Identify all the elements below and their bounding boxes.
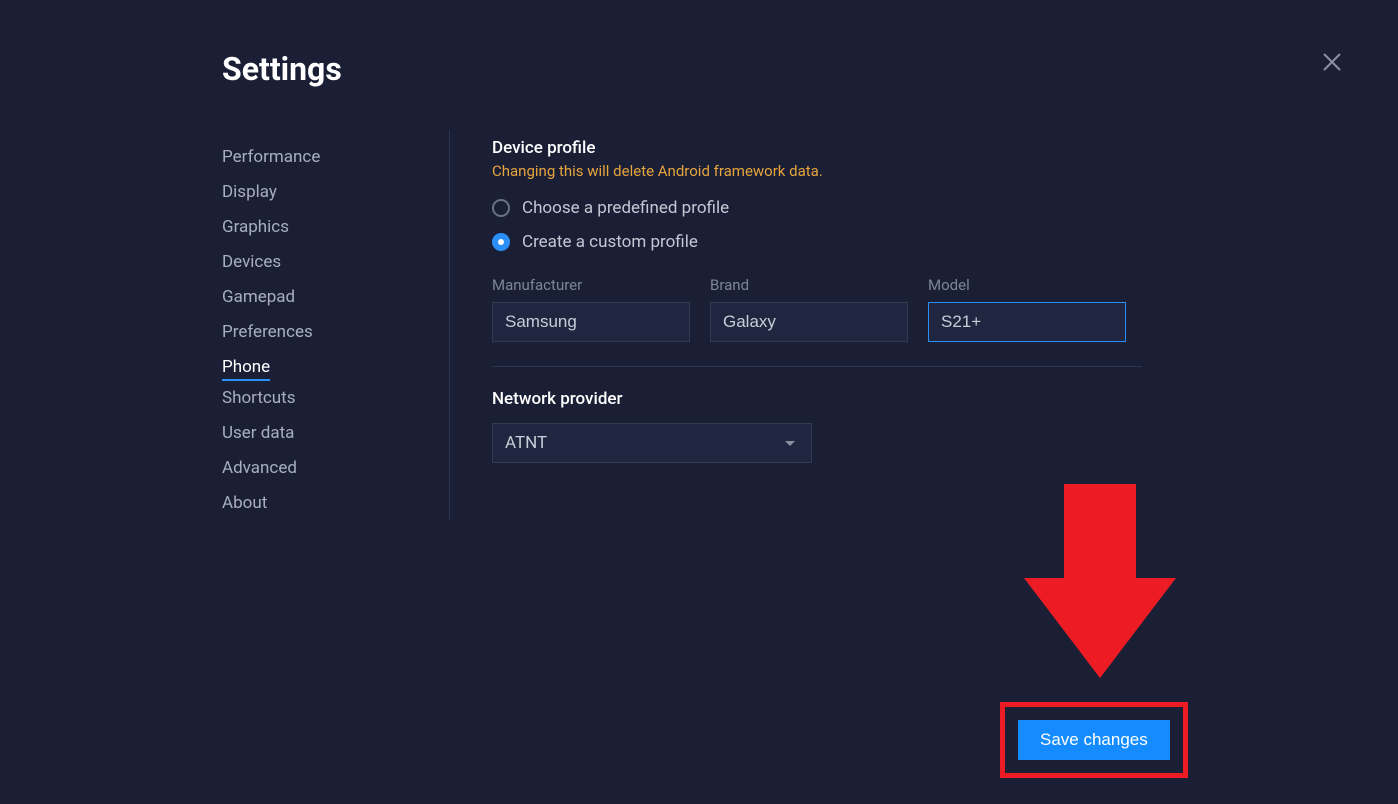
brand-input[interactable] [710,302,908,342]
sidebar-item-shortcuts[interactable]: Shortcuts [222,381,296,416]
divider [492,366,1142,367]
sidebar-item-phone[interactable]: Phone [222,350,270,381]
save-changes-button[interactable]: Save changes [1018,720,1170,760]
manufacturer-label: Manufacturer [492,276,690,294]
close-icon[interactable] [1322,52,1342,72]
radio-icon [492,199,510,217]
sidebar-item-preferences[interactable]: Preferences [222,315,313,350]
radio-custom-profile[interactable]: Create a custom profile [492,232,1150,252]
sidebar-item-graphics[interactable]: Graphics [222,210,289,245]
sidebar-item-about[interactable]: About [222,486,267,521]
annotation-highlight-box: Save changes [1000,702,1188,778]
chevron-down-icon [785,441,795,446]
sidebar-item-display[interactable]: Display [222,175,277,210]
radio-predefined-profile[interactable]: Choose a predefined profile [492,198,1150,218]
sidebar-item-user-data[interactable]: User data [222,416,294,451]
profile-fields: Manufacturer Brand Model [492,276,1150,342]
profile-radio-group: Choose a predefined profile Create a cus… [492,198,1150,252]
network-provider-value: ATNT [505,433,547,453]
page-title: Settings [222,50,1398,88]
network-provider-select[interactable]: ATNT [492,423,812,463]
main-panel: Device profile Changing this will delete… [450,130,1150,521]
radio-icon [492,233,510,251]
model-label: Model [928,276,1126,294]
device-profile-title: Device profile [492,138,1150,158]
sidebar-item-advanced[interactable]: Advanced [222,451,297,486]
network-provider-label: Network provider [492,389,1150,409]
brand-label: Brand [710,276,908,294]
sidebar: Performance Display Graphics Devices Gam… [222,130,450,521]
sidebar-item-gamepad[interactable]: Gamepad [222,280,295,315]
device-profile-warning: Changing this will delete Android framew… [492,162,1150,180]
sidebar-item-devices[interactable]: Devices [222,245,281,280]
model-input[interactable] [928,302,1126,342]
radio-label: Create a custom profile [522,232,698,252]
radio-label: Choose a predefined profile [522,198,729,218]
manufacturer-input[interactable] [492,302,690,342]
sidebar-item-performance[interactable]: Performance [222,140,320,175]
